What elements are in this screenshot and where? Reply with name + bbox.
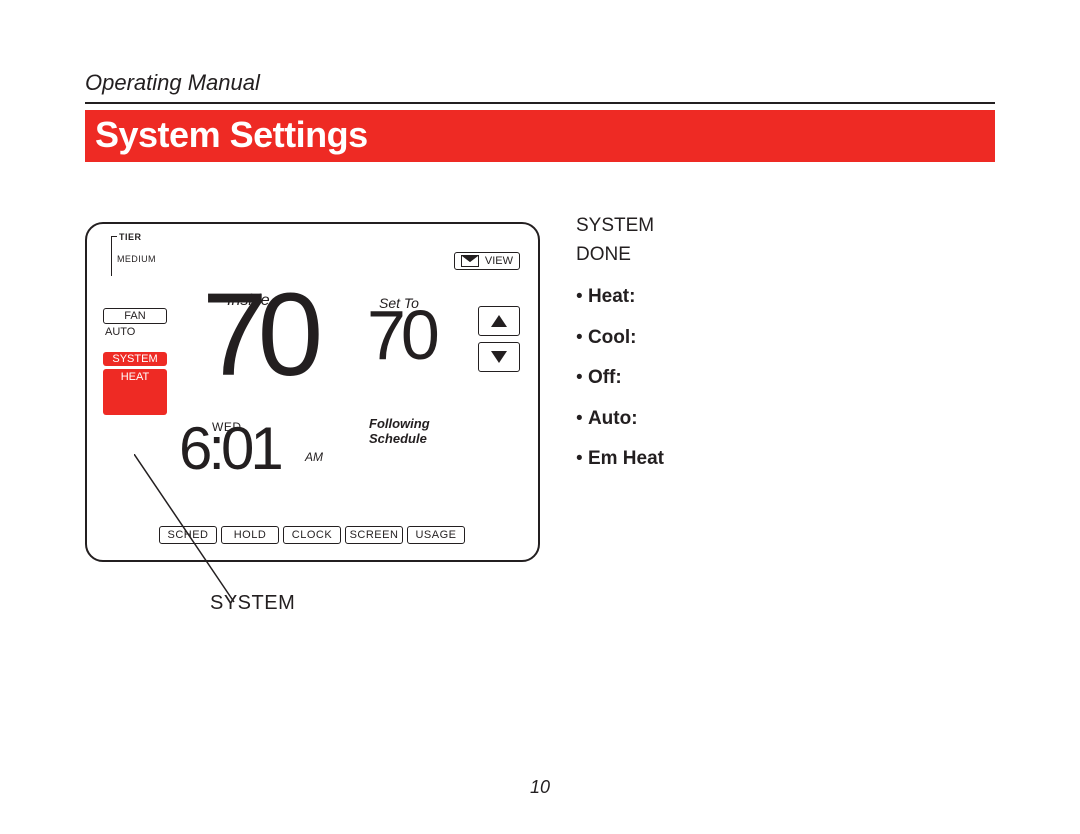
header-rule bbox=[85, 102, 995, 104]
instructions-column: SYSTEM DONE • Heat: • Cool: • Off: • Aut… bbox=[576, 212, 664, 486]
main-content: TIER MEDIUM FAN AUTO SYSTEM HEAT VIEW In… bbox=[85, 222, 995, 562]
hold-button[interactable]: HOLD bbox=[221, 526, 279, 544]
screen-button[interactable]: SCREEN bbox=[345, 526, 403, 544]
option-off: Off: bbox=[588, 367, 622, 388]
option-heat: Heat: bbox=[588, 286, 636, 307]
thermostat-screen: TIER MEDIUM FAN AUTO SYSTEM HEAT VIEW In… bbox=[85, 222, 540, 562]
fan-button[interactable]: FAN bbox=[103, 308, 167, 324]
following-schedule-label: Following Schedule bbox=[369, 417, 430, 447]
system-button[interactable]: SYSTEM bbox=[103, 352, 167, 366]
arrow-down-icon bbox=[491, 351, 507, 363]
tier-label: TIER bbox=[107, 232, 179, 242]
clock-button[interactable]: CLOCK bbox=[283, 526, 341, 544]
view-label: VIEW bbox=[485, 255, 513, 267]
temp-down-button[interactable] bbox=[478, 342, 520, 372]
arrow-up-icon bbox=[491, 315, 507, 327]
inside-temp: 70 bbox=[202, 276, 313, 394]
heat-mode-button[interactable]: HEAT bbox=[103, 369, 167, 415]
option-cool: Cool: bbox=[588, 327, 637, 348]
tier-group: TIER MEDIUM bbox=[107, 232, 179, 264]
usage-button[interactable]: USAGE bbox=[407, 526, 465, 544]
page-title: System Settings bbox=[85, 110, 995, 162]
sched-button[interactable]: SCHED bbox=[159, 526, 217, 544]
tier-level: MEDIUM bbox=[107, 254, 179, 264]
set-temp: 70 bbox=[367, 300, 435, 370]
ampm-label: AM bbox=[305, 450, 323, 464]
mail-icon bbox=[461, 255, 479, 267]
intro-line2: DONE bbox=[576, 244, 631, 265]
fan-mode-label: AUTO bbox=[103, 326, 167, 338]
page-number: 10 bbox=[0, 777, 1080, 798]
option-em-heat: Em Heat bbox=[588, 448, 664, 469]
intro-line1: SYSTEM bbox=[576, 215, 654, 236]
temp-up-button[interactable] bbox=[478, 306, 520, 336]
option-auto: Auto: bbox=[588, 408, 638, 429]
view-button[interactable]: VIEW bbox=[454, 252, 520, 270]
callout-step-label: SYSTEM bbox=[210, 592, 295, 615]
bottom-button-row: SCHED HOLD CLOCK SCREEN USAGE bbox=[159, 526, 465, 544]
doc-title: Operating Manual bbox=[85, 70, 995, 96]
clock-time: 6:01 bbox=[179, 414, 280, 483]
